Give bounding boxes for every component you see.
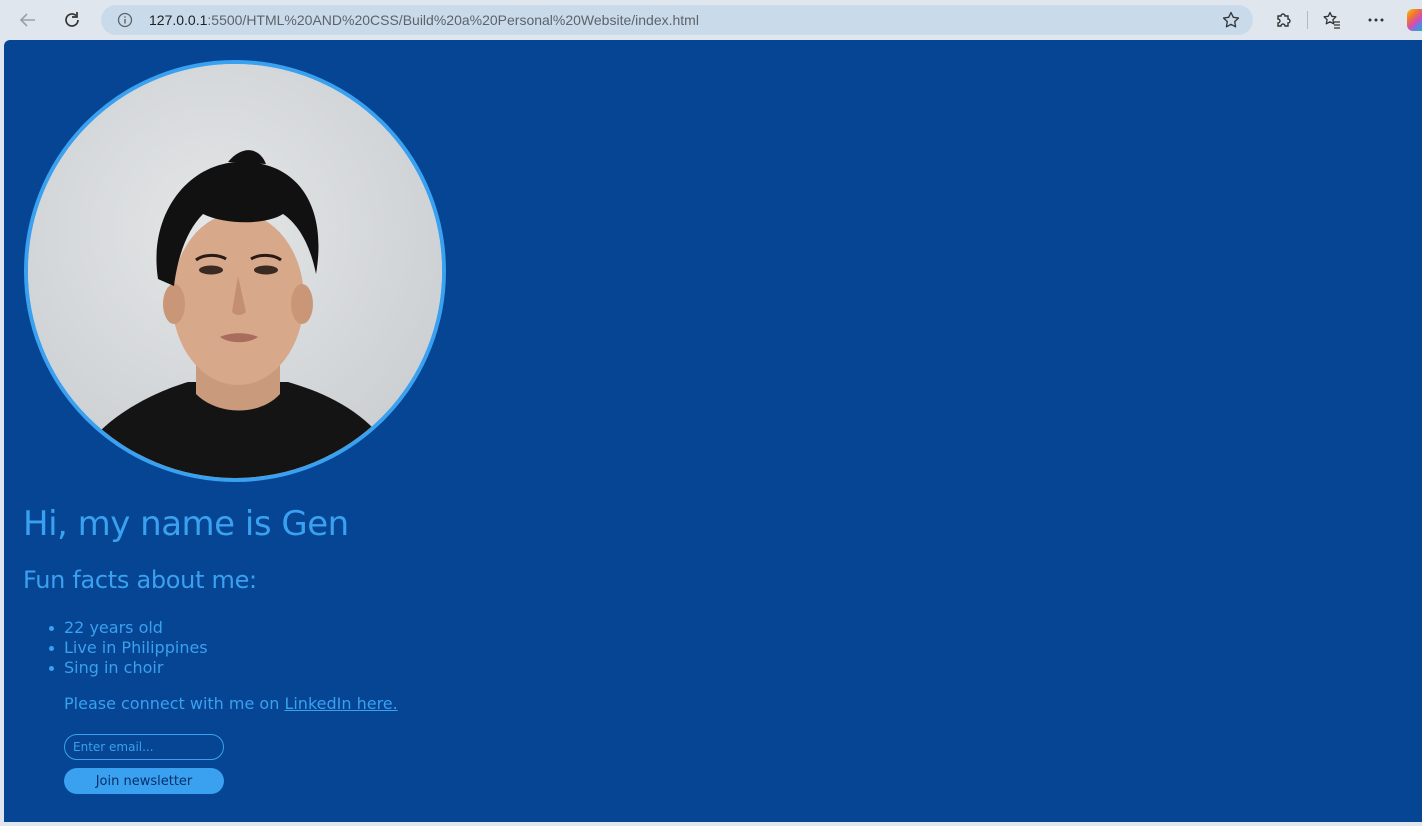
window-bottom-edge <box>0 822 1422 826</box>
star-icon[interactable] <box>1221 10 1241 30</box>
profile-photo <box>24 60 446 482</box>
url-path: :5500/HTML%20AND%20CSS/Build%20a%20Perso… <box>207 12 699 28</box>
toolbar-divider <box>1307 11 1308 29</box>
connect-label: Please connect with me on <box>64 694 285 713</box>
favorites-icon[interactable] <box>1321 9 1343 31</box>
url-host: 127.0.0.1 <box>149 12 208 28</box>
page-title: Hi, my name is Gen <box>23 504 349 544</box>
browser-toolbar: 127.0.0.1:5500/HTML%20AND%20CSS/Build%20… <box>0 0 1422 40</box>
page-viewport: Hi, my name is Gen Fun facts about me: 2… <box>4 40 1422 822</box>
address-bar[interactable]: 127.0.0.1:5500/HTML%20AND%20CSS/Build%20… <box>101 5 1253 35</box>
list-item: 22 years old <box>49 618 208 638</box>
info-icon[interactable] <box>117 12 133 28</box>
reload-icon[interactable] <box>58 6 86 34</box>
url-text[interactable]: 127.0.0.1:5500/HTML%20AND%20CSS/Build%20… <box>149 12 699 28</box>
fun-facts-list: 22 years old Live in Philippines Sing in… <box>49 618 208 678</box>
fun-facts-heading: Fun facts about me: <box>23 566 257 594</box>
join-newsletter-button[interactable]: Join newsletter <box>64 768 224 794</box>
back-arrow-icon[interactable] <box>14 6 42 34</box>
list-item: Sing in choir <box>49 658 208 678</box>
extensions-icon[interactable] <box>1272 9 1294 31</box>
connect-text: Please connect with me on LinkedIn here. <box>64 694 398 713</box>
more-icon[interactable] <box>1365 9 1387 31</box>
linkedin-link[interactable]: LinkedIn here. <box>284 694 397 713</box>
email-input[interactable] <box>64 734 224 760</box>
copilot-icon[interactable] <box>1407 9 1422 31</box>
list-item: Live in Philippines <box>49 638 208 657</box>
